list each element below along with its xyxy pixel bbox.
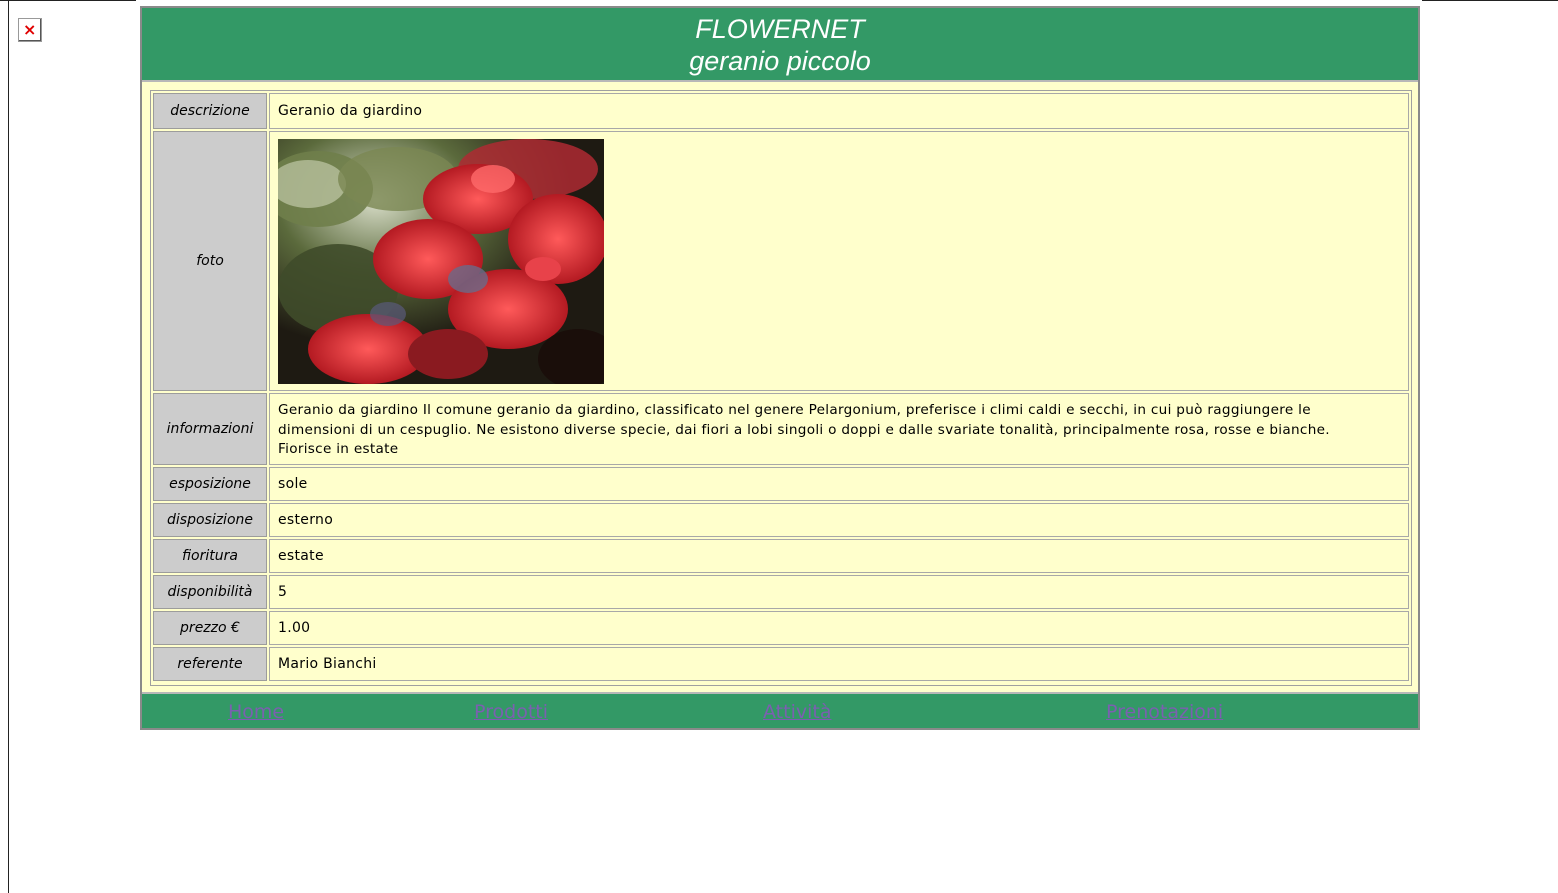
row-esposizione: esposizione sole [153, 467, 1409, 501]
row-disposizione: disposizione esterno [153, 503, 1409, 537]
nav-link-home[interactable]: Home [228, 700, 284, 724]
label-informazioni: informazioni [153, 393, 267, 465]
label-fioritura: fioritura [153, 539, 267, 573]
label-descrizione: descrizione [153, 93, 267, 129]
frame-border-top-right [1422, 0, 1558, 1]
value-foto [269, 131, 1409, 391]
value-descrizione: Geranio da giardino [269, 93, 1409, 129]
geranium-photo [278, 139, 604, 384]
value-informazioni: Geranio da giardino Il comune geranio da… [269, 393, 1409, 465]
label-disponibilita: disponibilità [153, 575, 267, 609]
row-referente: referente Mario Bianchi [153, 647, 1409, 681]
nav-link-prodotti[interactable]: Prodotti [474, 700, 548, 724]
row-prezzo: prezzo € 1.00 [153, 611, 1409, 645]
geranium-photo-image [278, 139, 604, 384]
row-fioritura: fioritura estate [153, 539, 1409, 573]
nav-link-attivita[interactable]: Attività [763, 700, 831, 724]
label-disposizione: disposizione [153, 503, 267, 537]
value-disponibilita: 5 [269, 575, 1409, 609]
value-disposizione: esterno [269, 503, 1409, 537]
row-foto: foto [153, 131, 1409, 391]
label-prezzo: prezzo € [153, 611, 267, 645]
broken-image-icon: × [18, 18, 42, 42]
label-foto: foto [153, 131, 267, 391]
value-prezzo: 1.00 [269, 611, 1409, 645]
site-title: FLOWERNET [695, 14, 865, 44]
nav-link-prenotazioni[interactable]: Prenotazioni [1106, 700, 1223, 724]
frame-border-left [8, 0, 9, 893]
details-table: descrizione Geranio da giardino foto inf… [150, 90, 1412, 686]
label-referente: referente [153, 647, 267, 681]
product-panel: FLOWERNET geranio piccolo descrizione Ge… [140, 6, 1420, 730]
value-esposizione: sole [269, 467, 1409, 501]
label-esposizione: esposizione [153, 467, 267, 501]
value-fioritura: estate [269, 539, 1409, 573]
row-descrizione: descrizione Geranio da giardino [153, 93, 1409, 129]
frame-border-top-left [0, 0, 136, 1]
product-title: geranio piccolo [689, 46, 871, 76]
footer-nav: Home Prodotti Attività Prenotazioni [142, 692, 1418, 728]
page-header: FLOWERNET geranio piccolo [142, 8, 1418, 82]
row-informazioni: informazioni Geranio da giardino Il comu… [153, 393, 1409, 465]
value-referente: Mario Bianchi [269, 647, 1409, 681]
row-disponibilita: disponibilità 5 [153, 575, 1409, 609]
